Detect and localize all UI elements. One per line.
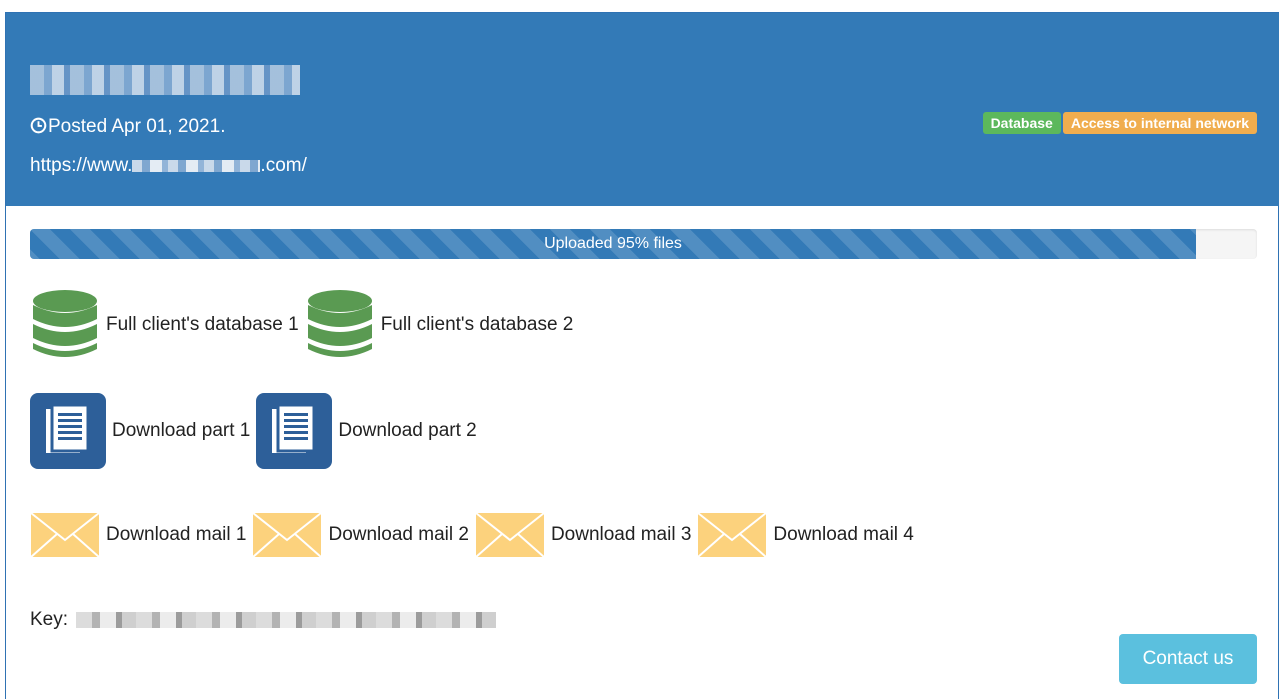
- document-icon: [30, 393, 106, 469]
- progress-label: Uploaded 95% files: [544, 235, 682, 252]
- download-mail-label: Download mail 4: [773, 524, 914, 545]
- download-mail-item-3[interactable]: Download mail 3: [475, 512, 691, 558]
- download-mail-label: Download mail 3: [550, 524, 692, 545]
- download-mail-row: Download mail 1 Download mail 2 Download…: [30, 512, 920, 558]
- tag-internal-network: Access to internal network: [1062, 112, 1257, 134]
- mail-icon: [30, 512, 100, 558]
- database-item-2[interactable]: Full client's database 2: [305, 289, 574, 361]
- key-label: Key:: [30, 609, 69, 630]
- database-label: Full client's database 1: [106, 314, 299, 335]
- download-mail-item-2[interactable]: Download mail 2: [252, 512, 469, 558]
- url-prefix: https://www.: [30, 155, 133, 176]
- blurred-domain: [132, 159, 261, 172]
- post-header: Posted Apr 01, 2021. https://www. .com/ D…: [6, 13, 1279, 206]
- key-line: Key:: [30, 609, 497, 631]
- download-part-label: Download part 1: [112, 420, 251, 441]
- post-panel: Posted Apr 01, 2021. https://www. .com/ D…: [5, 12, 1279, 699]
- clock-icon: [30, 117, 47, 134]
- mail-icon: [697, 512, 768, 558]
- blurred-key-value: [76, 612, 497, 628]
- database-icon: [33, 290, 97, 357]
- download-mail-item-1[interactable]: Download mail 1: [30, 512, 246, 558]
- database-label: Full client's database 2: [380, 314, 574, 335]
- database-item-1[interactable]: Full client's database 1: [30, 289, 299, 361]
- site-url[interactable]: https://www. .com/: [30, 155, 307, 177]
- download-mail-item-4[interactable]: Download mail 4: [697, 512, 914, 558]
- database-row: Full client's database 1 Full client's d…: [30, 289, 579, 361]
- download-part-item-1[interactable]: Download part 1: [30, 393, 250, 469]
- database-icon: [307, 290, 372, 357]
- upload-progress: Uploaded 95% files: [30, 229, 1257, 259]
- contact-us-button[interactable]: Contact us: [1119, 634, 1257, 684]
- blurred-title: [30, 65, 300, 95]
- posted-text: Posted Apr 01, 2021.: [48, 116, 226, 137]
- mail-icon: [252, 512, 323, 558]
- download-part-row: Download part 1 Download part 2: [30, 393, 483, 469]
- download-part-item-2[interactable]: Download part 2: [256, 393, 477, 469]
- download-mail-label: Download mail 2: [328, 524, 469, 545]
- posted-date: Posted Apr 01, 2021.: [30, 116, 225, 138]
- tag-database: Database: [982, 112, 1061, 134]
- mail-icon: [475, 512, 545, 558]
- download-part-label: Download part 2: [338, 420, 477, 441]
- url-suffix: .com/: [260, 155, 307, 176]
- document-icon: [256, 393, 333, 469]
- download-mail-label: Download mail 1: [106, 524, 247, 545]
- tag-list: Database Access to internal network: [982, 112, 1257, 134]
